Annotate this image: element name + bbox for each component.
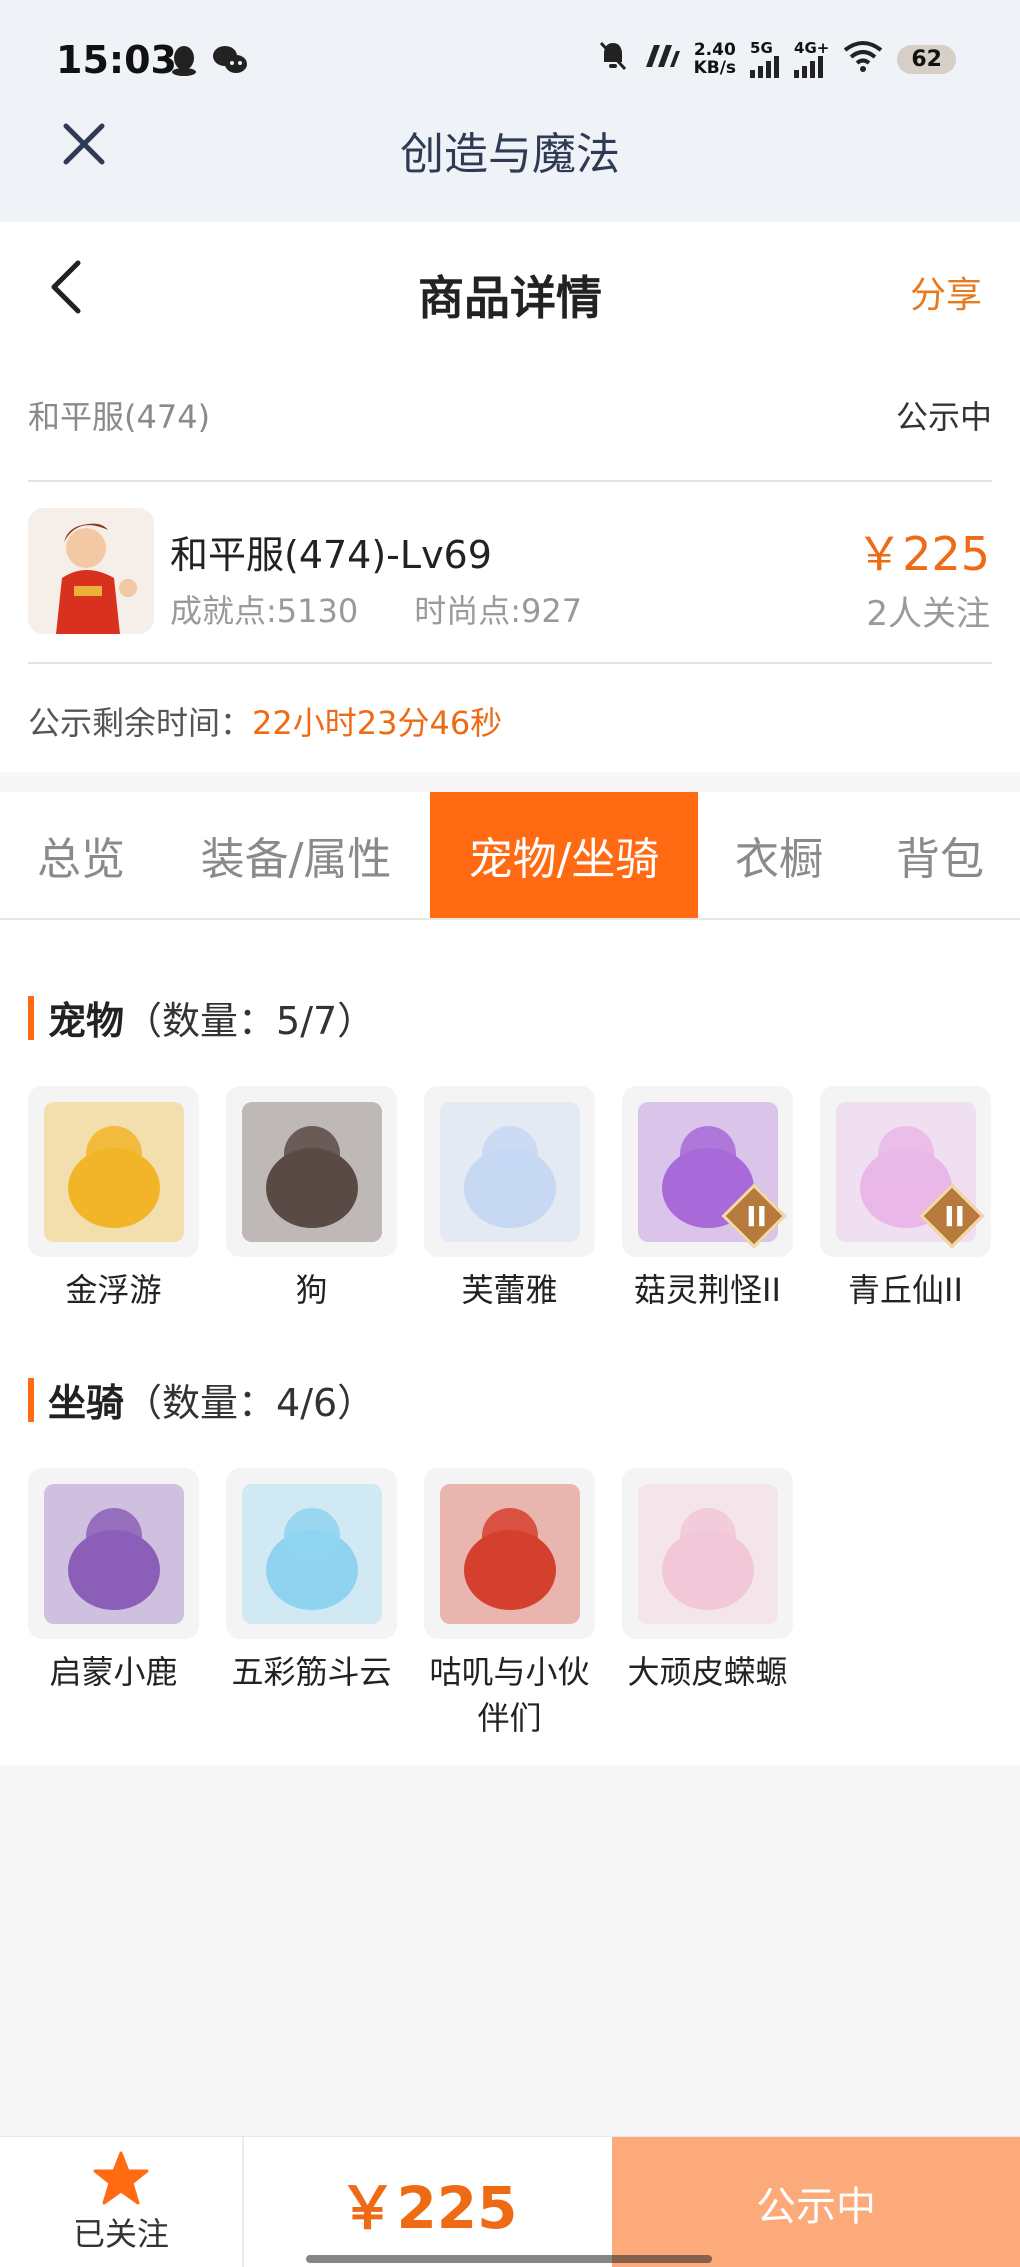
follow-label: 已关注: [72, 2214, 169, 2253]
tab-bag[interactable]: 背包: [860, 792, 1020, 918]
nfc-icon: [642, 43, 680, 75]
home-indicator: [306, 2255, 712, 2263]
speed-value: 2.40: [693, 40, 736, 60]
battery-level: 62: [911, 46, 942, 72]
pet-thumbnail: [226, 1086, 397, 1257]
status-button[interactable]: 公示中: [612, 2137, 1020, 2267]
remaining-time-row: 公示剩余时间：22小时23分46秒: [28, 698, 502, 744]
pets-section-title: 宠物 （数量：5/7）: [28, 990, 375, 1045]
pets-grid: 金浮游 狗 芙蕾雅 II 菇灵荆怪II II 青丘仙II: [28, 1086, 991, 1313]
share-button[interactable]: 分享: [910, 266, 982, 318]
listing-price: ￥225: [856, 527, 990, 581]
divider: [28, 480, 992, 482]
app-title: 创造与魔法: [400, 129, 620, 180]
mount-item[interactable]: 大顽皮蝾螈: [622, 1468, 793, 1741]
battery-icon: 62: [897, 44, 956, 74]
qq-icon: [170, 44, 198, 80]
pet-thumbnail: II: [622, 1086, 793, 1257]
mount-item[interactable]: 咕叽与小伙伴们: [424, 1468, 595, 1741]
mount-name: 启蒙小鹿: [49, 1653, 178, 1691]
watcher-count: 2人关注: [866, 594, 990, 634]
wechat-icon: [212, 44, 248, 80]
pet-item[interactable]: II 青丘仙II: [820, 1086, 991, 1313]
pet-thumbnail: II: [820, 1086, 991, 1257]
mount-thumbnail: [226, 1468, 397, 1639]
character-avatar: [28, 508, 154, 634]
character-stats: 成就点:5130 时尚点:927: [170, 586, 582, 632]
character-name: 和平服(474)-Lv69: [170, 533, 492, 577]
listing-status: 公示中: [895, 398, 992, 436]
listing-info: 和平服(474) 公示中 和平服(474)-Lv69 成就点:5130 时尚点:…: [0, 352, 1020, 772]
pet-name: 青丘仙II: [848, 1271, 963, 1309]
mount-image: [439, 1483, 580, 1624]
mount-name: 咕叽与小伙伴们: [429, 1653, 590, 1737]
tier-badge-label: II: [746, 1200, 767, 1233]
status-left-icons: [170, 44, 248, 80]
remaining-time-label: 公示剩余时间：: [28, 704, 253, 742]
mount-name: 五彩筋斗云: [231, 1653, 392, 1691]
remaining-time-value: 22小时23分46秒: [252, 704, 503, 742]
speed-unit: KB/s: [693, 58, 737, 78]
pet-name: 菇灵荆怪II: [634, 1271, 781, 1309]
mount-item[interactable]: 五彩筋斗云: [226, 1468, 397, 1741]
pet-image: [241, 1101, 382, 1242]
tier-badge-label: II: [944, 1200, 965, 1233]
mount-image: [241, 1483, 382, 1624]
mount-thumbnail: [622, 1468, 793, 1639]
pet-image: [439, 1101, 580, 1242]
bottom-action-bar: 已关注 ￥225 公示中: [0, 2136, 1020, 2267]
mute-icon: [598, 40, 628, 78]
section-accent-bar: [28, 995, 34, 1040]
pets-mounts-panel: 宠物 （数量：5/7） 金浮游狗芙蕾雅 II 菇灵荆怪II II 青丘仙II 坐骑 （数量：…: [0, 920, 1020, 1765]
follow-button[interactable]: 已关注: [0, 2137, 244, 2267]
status-time: 15:03: [56, 38, 177, 82]
pet-item[interactable]: 金浮游: [28, 1086, 199, 1313]
achievement-points: 成就点:5130: [170, 592, 359, 630]
mounts-title: 坐骑: [48, 1381, 125, 1425]
star-icon: [93, 2151, 149, 2204]
signal-icon: 5G: [750, 38, 780, 78]
mount-image: [637, 1483, 778, 1624]
top-bar: 15:03 2.40 KB/s 5G 4G+ 62 创造与魔法: [0, 0, 1020, 222]
mounts-section-title: 坐骑 （数量：4/6）: [28, 1372, 375, 1427]
page-header: 商品详情 分享: [0, 222, 1020, 352]
pets-title: 宠物: [48, 999, 125, 1043]
pet-name: 金浮游: [65, 1271, 162, 1309]
mount-image: [43, 1483, 184, 1624]
mounts-grid: 启蒙小鹿 五彩筋斗云 咕叽与小伙伴们 大顽皮蝾螈: [28, 1468, 793, 1741]
pet-image: [43, 1101, 184, 1242]
server-name: 和平服(474): [28, 398, 211, 436]
pets-count: （数量：5/7）: [124, 999, 376, 1043]
divider: [28, 662, 992, 664]
network-speed: 2.40 KB/s: [694, 41, 736, 77]
bottom-price: ￥225: [338, 2173, 518, 2242]
mounts-count: （数量：4/6）: [124, 1381, 376, 1425]
section-accent-bar: [28, 1377, 34, 1422]
mount-name: 大顽皮蝾螈: [627, 1653, 788, 1691]
mount-item[interactable]: 启蒙小鹿: [28, 1468, 199, 1741]
tab-overview[interactable]: 总览: [0, 792, 162, 918]
pet-item[interactable]: II 菇灵荆怪II: [622, 1086, 793, 1313]
net-type-label: 5G: [750, 38, 773, 57]
pet-item[interactable]: 狗: [226, 1086, 397, 1313]
pet-name: 芙蕾雅: [461, 1271, 558, 1309]
pet-item[interactable]: 芙蕾雅: [424, 1086, 595, 1313]
detail-tabs: 总览 装备/属性 宠物/坐骑 衣橱 背包: [0, 792, 1020, 920]
tab-wardrobe[interactable]: 衣橱: [698, 792, 860, 918]
server-row: 和平服(474) 公示中: [28, 392, 992, 438]
signal-icon: 4G+: [794, 38, 830, 78]
status-right: 2.40 KB/s 5G 4G+ 62: [598, 40, 956, 78]
pet-thumbnail: [28, 1086, 199, 1257]
tab-equipment[interactable]: 装备/属性: [162, 792, 430, 918]
pet-name: 狗: [295, 1271, 328, 1309]
fashion-points: 时尚点:927: [414, 592, 583, 630]
page-title: 商品详情: [418, 271, 602, 325]
wifi-icon: [843, 40, 883, 78]
net-type-label: 4G+: [794, 38, 830, 57]
pet-thumbnail: [424, 1086, 595, 1257]
mount-thumbnail: [28, 1468, 199, 1639]
mount-thumbnail: [424, 1468, 595, 1639]
tab-pets-mounts[interactable]: 宠物/坐骑: [430, 792, 698, 918]
